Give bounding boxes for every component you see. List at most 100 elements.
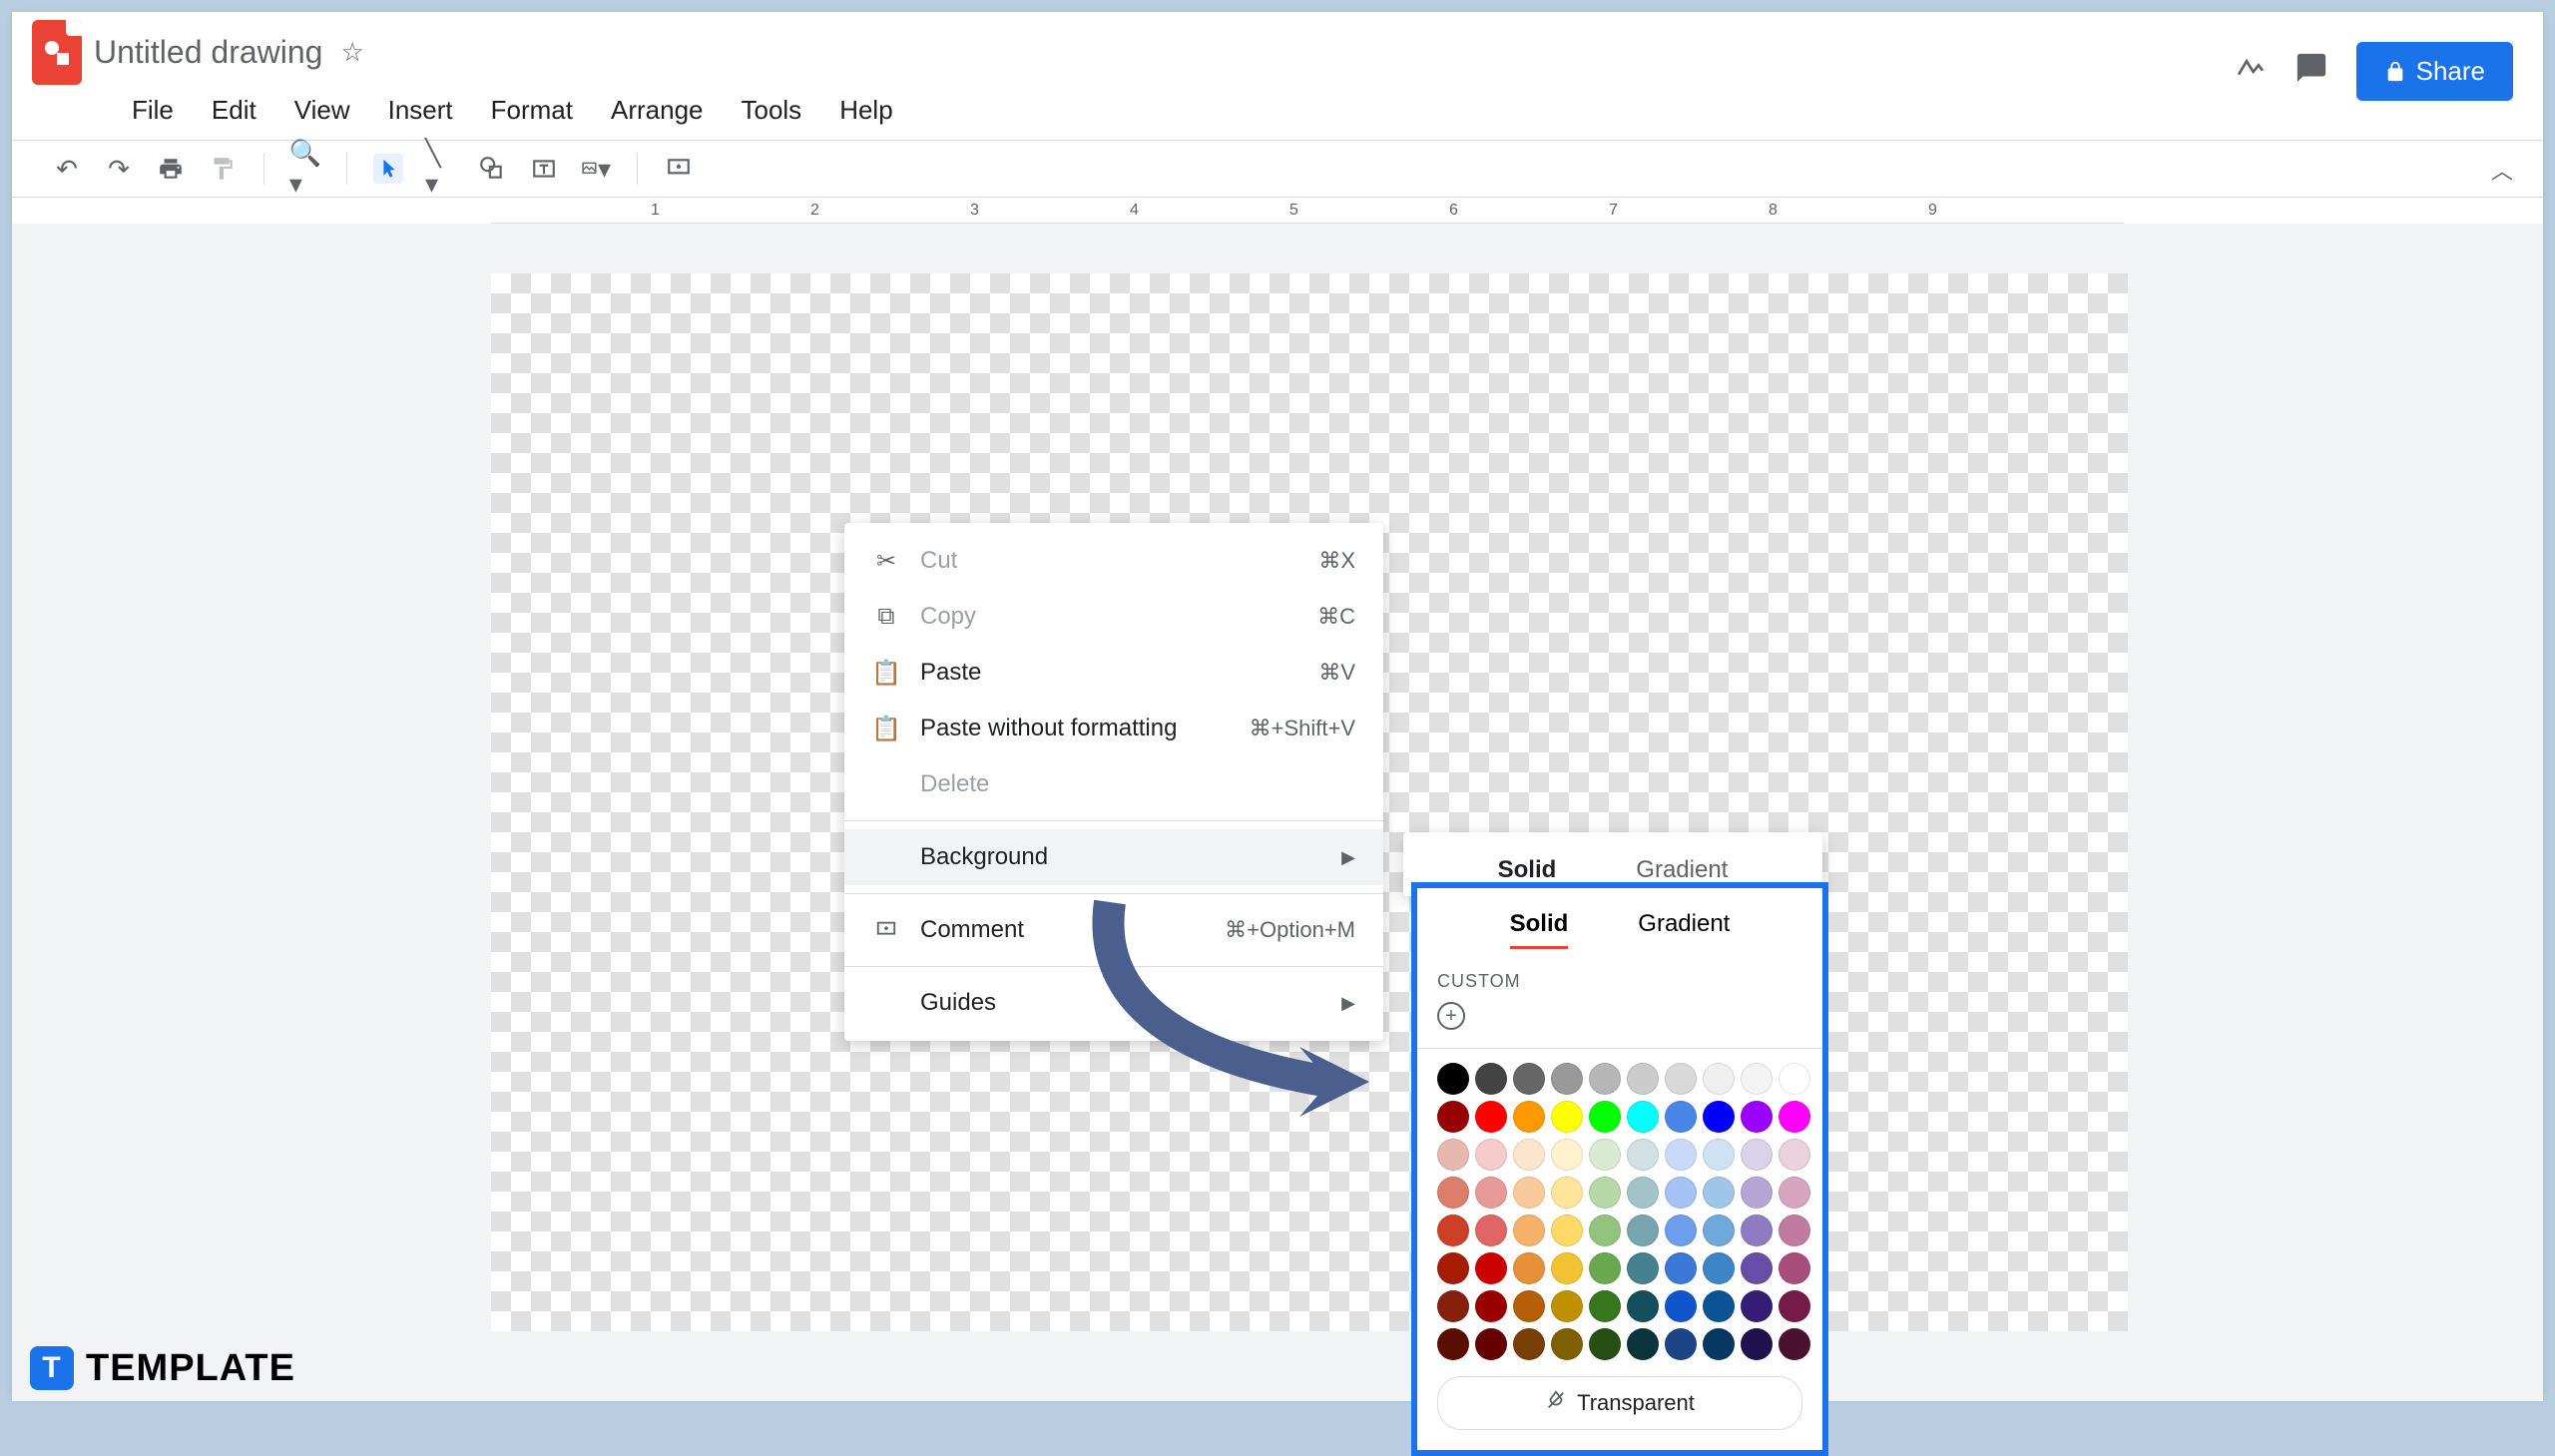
color-swatch[interactable] — [1741, 1328, 1773, 1360]
tab-gradient[interactable]: Gradient — [1638, 910, 1730, 949]
color-swatch[interactable] — [1665, 1063, 1697, 1095]
color-swatch[interactable] — [1475, 1139, 1507, 1171]
color-swatch[interactable] — [1665, 1177, 1697, 1209]
color-swatch[interactable] — [1437, 1328, 1469, 1360]
horizontal-ruler[interactable]: 1 2 3 4 5 6 7 8 9 — [491, 198, 2124, 224]
color-swatch[interactable] — [1513, 1177, 1545, 1209]
color-swatch[interactable] — [1589, 1328, 1621, 1360]
color-swatch[interactable] — [1627, 1214, 1659, 1246]
menu-edit[interactable]: Edit — [212, 95, 256, 126]
color-swatch[interactable] — [1741, 1252, 1773, 1284]
color-swatch[interactable] — [1475, 1290, 1507, 1322]
color-swatch[interactable] — [1703, 1101, 1735, 1133]
ctx-paste[interactable]: 📋 Paste ⌘V — [844, 645, 1383, 701]
color-swatch[interactable] — [1703, 1177, 1735, 1209]
image-tool-icon[interactable]: ▾ — [581, 154, 611, 184]
app-logo[interactable] — [32, 20, 82, 85]
ctx-guides[interactable]: Guides ▶ — [844, 975, 1383, 1031]
document-title[interactable]: Untitled drawing — [94, 34, 322, 71]
menu-arrange[interactable]: Arrange — [611, 95, 704, 126]
color-swatch[interactable] — [1779, 1290, 1810, 1322]
color-swatch[interactable] — [1475, 1214, 1507, 1246]
tab-solid[interactable]: Solid — [1510, 910, 1569, 949]
tab-solid-outer[interactable]: Solid — [1498, 856, 1557, 884]
color-swatch[interactable] — [1513, 1101, 1545, 1133]
color-swatch[interactable] — [1513, 1328, 1545, 1360]
color-swatch[interactable] — [1475, 1063, 1507, 1095]
color-swatch[interactable] — [1779, 1177, 1810, 1209]
color-swatch[interactable] — [1475, 1177, 1507, 1209]
color-swatch[interactable] — [1779, 1101, 1810, 1133]
share-button[interactable]: Share — [2356, 42, 2513, 101]
color-swatch[interactable] — [1627, 1328, 1659, 1360]
color-swatch[interactable] — [1513, 1139, 1545, 1171]
menu-help[interactable]: Help — [839, 95, 892, 126]
color-swatch[interactable] — [1665, 1328, 1697, 1360]
color-swatch[interactable] — [1779, 1214, 1810, 1246]
color-swatch[interactable] — [1589, 1101, 1621, 1133]
color-swatch[interactable] — [1703, 1214, 1735, 1246]
color-swatch[interactable] — [1551, 1328, 1583, 1360]
menu-insert[interactable]: Insert — [388, 95, 453, 126]
print-icon[interactable] — [156, 154, 186, 184]
color-swatch[interactable] — [1665, 1214, 1697, 1246]
color-swatch[interactable] — [1551, 1214, 1583, 1246]
color-swatch[interactable] — [1741, 1101, 1773, 1133]
color-swatch[interactable] — [1513, 1290, 1545, 1322]
color-swatch[interactable] — [1627, 1177, 1659, 1209]
select-tool-icon[interactable] — [373, 154, 403, 184]
zoom-icon[interactable]: 🔍 ▾ — [290, 154, 320, 184]
color-swatch[interactable] — [1589, 1139, 1621, 1171]
color-swatch[interactable] — [1627, 1139, 1659, 1171]
color-swatch[interactable] — [1437, 1214, 1469, 1246]
menu-format[interactable]: Format — [491, 95, 573, 126]
textbox-tool-icon[interactable] — [529, 154, 559, 184]
color-swatch[interactable] — [1589, 1177, 1621, 1209]
add-custom-color-button[interactable]: + — [1437, 1002, 1465, 1030]
comments-icon[interactable] — [2295, 51, 2328, 93]
color-swatch[interactable] — [1437, 1101, 1469, 1133]
color-swatch[interactable] — [1665, 1290, 1697, 1322]
color-swatch[interactable] — [1627, 1252, 1659, 1284]
color-swatch[interactable] — [1589, 1063, 1621, 1095]
paint-format-icon[interactable] — [208, 154, 238, 184]
color-swatch[interactable] — [1627, 1063, 1659, 1095]
color-swatch[interactable] — [1779, 1063, 1810, 1095]
activity-icon[interactable] — [2235, 52, 2267, 92]
color-swatch[interactable] — [1437, 1290, 1469, 1322]
color-swatch[interactable] — [1437, 1177, 1469, 1209]
color-swatch[interactable] — [1437, 1063, 1469, 1095]
menu-file[interactable]: File — [132, 95, 174, 126]
color-swatch[interactable] — [1665, 1252, 1697, 1284]
tab-gradient-outer[interactable]: Gradient — [1636, 856, 1728, 884]
color-swatch[interactable] — [1513, 1063, 1545, 1095]
menu-tools[interactable]: Tools — [741, 95, 801, 126]
insert-comment-icon[interactable] — [664, 154, 694, 184]
color-swatch[interactable] — [1741, 1063, 1773, 1095]
color-swatch[interactable] — [1589, 1214, 1621, 1246]
color-swatch[interactable] — [1551, 1063, 1583, 1095]
ctx-paste-without-formatting[interactable]: 📋 Paste without formatting ⌘+Shift+V — [844, 701, 1383, 756]
color-swatch[interactable] — [1665, 1101, 1697, 1133]
collapse-toolbar-icon[interactable]: ︿ — [2491, 154, 2513, 186]
color-swatch[interactable] — [1437, 1139, 1469, 1171]
color-swatch[interactable] — [1741, 1177, 1773, 1209]
color-swatch[interactable] — [1703, 1139, 1735, 1171]
color-swatch[interactable] — [1475, 1101, 1507, 1133]
color-swatch[interactable] — [1627, 1101, 1659, 1133]
color-swatch[interactable] — [1665, 1139, 1697, 1171]
transparent-button[interactable]: Transparent — [1437, 1376, 1802, 1430]
color-swatch[interactable] — [1551, 1252, 1583, 1284]
color-swatch[interactable] — [1589, 1290, 1621, 1322]
color-swatch[interactable] — [1703, 1328, 1735, 1360]
color-swatch[interactable] — [1589, 1252, 1621, 1284]
color-swatch[interactable] — [1779, 1139, 1810, 1171]
color-swatch[interactable] — [1779, 1252, 1810, 1284]
undo-icon[interactable]: ↶ — [52, 154, 82, 184]
ctx-background[interactable]: Background ▶ — [844, 829, 1383, 885]
color-swatch[interactable] — [1551, 1139, 1583, 1171]
ctx-comment[interactable]: Comment ⌘+Option+M — [844, 902, 1383, 958]
star-icon[interactable]: ☆ — [340, 37, 363, 68]
color-swatch[interactable] — [1551, 1101, 1583, 1133]
color-swatch[interactable] — [1475, 1328, 1507, 1360]
